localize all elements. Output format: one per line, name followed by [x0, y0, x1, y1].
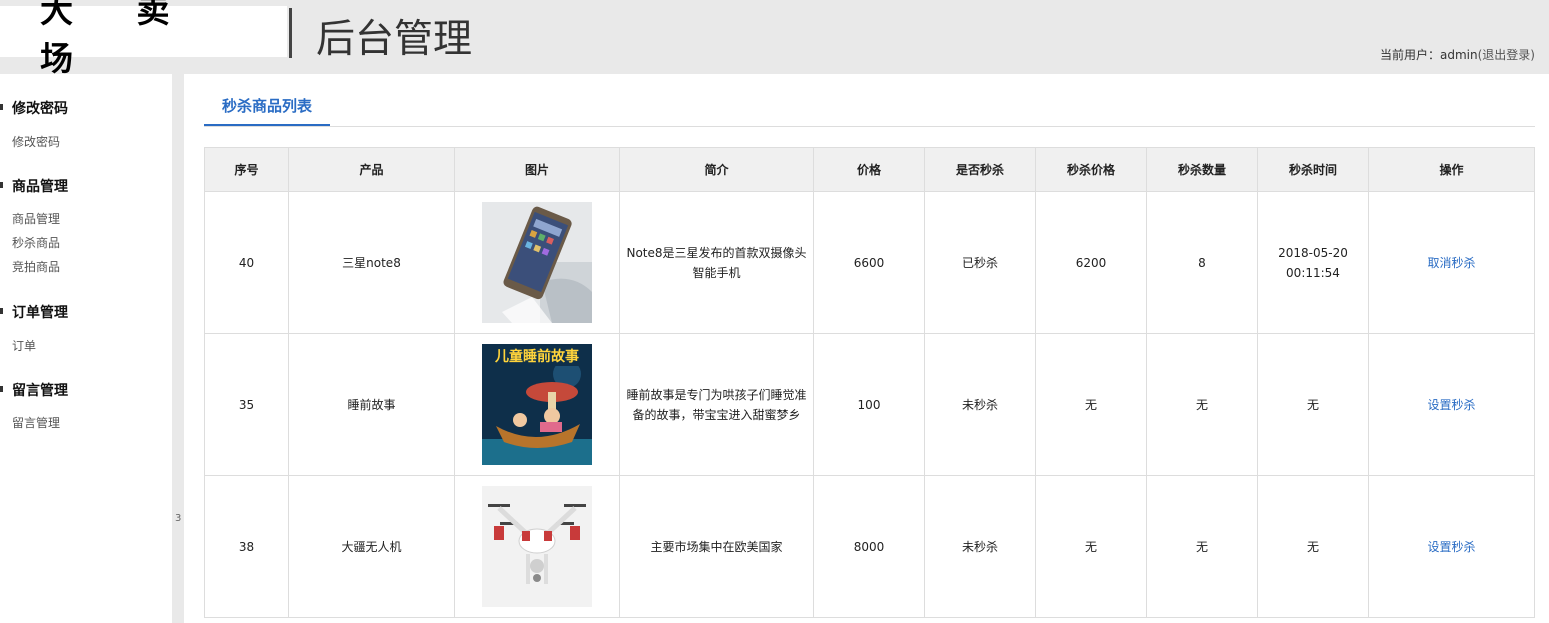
brand-text: 大 卖 场: [40, 0, 196, 78]
cell-image: 儿童睡前故事: [454, 333, 620, 476]
page-title: 后台管理: [316, 17, 473, 62]
sidebar-group-messages[interactable]: 留言管理: [0, 380, 68, 400]
username: admin: [1440, 48, 1478, 62]
story-book-image: 儿童睡前故事: [482, 344, 592, 465]
cell-action: 设置秒杀: [1368, 475, 1535, 618]
cell-seckill-price: 无: [1035, 475, 1147, 618]
sidebar-item-change-password[interactable]: 修改密码: [12, 133, 60, 150]
col-header-seckill-time: 秒杀时间: [1257, 147, 1369, 192]
cell-product: 大疆无人机: [288, 475, 455, 618]
cell-product: 睡前故事: [288, 333, 455, 476]
sidebar-group-password[interactable]: 修改密码: [0, 98, 68, 118]
col-header-product: 产品: [288, 147, 455, 192]
cell-image: [454, 191, 620, 334]
table-header-row: 序号 产品 图片 简介 价格 是否秒杀 秒杀价格 秒杀数量 秒杀时间 操作: [204, 147, 1535, 192]
table-row: 38 大疆无人机 主要市场集中在欧美国家 8000 未秒杀 无 无 无 设置秒杀: [204, 475, 1535, 618]
col-header-seckill-price: 秒杀价格: [1035, 147, 1147, 192]
cell-seckill-time: 2018-05-20 00:11:54: [1257, 191, 1369, 334]
cell-seckill-qty: 8: [1146, 191, 1258, 334]
set-seckill-link[interactable]: 设置秒杀: [1427, 540, 1475, 554]
cell-action: 设置秒杀: [1368, 333, 1535, 476]
col-header-action: 操作: [1368, 147, 1535, 192]
cell-seckill-qty: 无: [1146, 333, 1258, 476]
sidebar-group-orders[interactable]: 订单管理: [0, 302, 68, 322]
sidebar: 修改密码 修改密码 商品管理 商品管理 秒杀商品 竞拍商品 订单管理 订单 留言…: [0, 74, 172, 623]
cell-id: 35: [204, 333, 289, 476]
cell-image: [454, 475, 620, 618]
table-row: 35 睡前故事 儿童睡前故事 睡前故事是专门为哄孩子们睡觉准备的故事，带宝宝进入…: [204, 333, 1535, 476]
cell-price: 100: [813, 333, 925, 476]
table-row: 40 三星note8 Note8是三星发布的首款双摄像头智能手机 6600 已秒…: [204, 191, 1535, 334]
col-header-desc: 简介: [619, 147, 814, 192]
set-seckill-link[interactable]: 设置秒杀: [1427, 398, 1475, 412]
col-header-image: 图片: [454, 147, 620, 192]
sidebar-group-products[interactable]: 商品管理: [0, 176, 68, 196]
sidebar-item-products[interactable]: 商品管理: [12, 210, 60, 227]
col-header-id: 序号: [204, 147, 289, 192]
cell-desc: 主要市场集中在欧美国家: [619, 475, 814, 618]
sidebar-item-orders[interactable]: 订单: [12, 337, 36, 354]
col-header-seckill-qty: 秒杀数量: [1146, 147, 1258, 192]
cell-seckill-price: 6200: [1035, 191, 1147, 334]
logout-link[interactable]: (退出登录): [1478, 48, 1535, 62]
seckill-date: 2018-05-20: [1278, 245, 1348, 260]
brand-logo: 大 卖 场: [0, 0, 287, 78]
cell-seckill-qty: 无: [1146, 475, 1258, 618]
cell-price: 6600: [813, 191, 925, 334]
col-header-price: 价格: [813, 147, 925, 192]
header-divider: [289, 8, 292, 58]
cell-action: 取消秒杀: [1368, 191, 1535, 334]
cell-id: 40: [204, 191, 289, 334]
cell-seckill: 未秒杀: [924, 333, 1036, 476]
sidebar-gutter[interactable]: [172, 74, 184, 623]
user-info: 当前用户：admin(退出登录): [1380, 46, 1535, 63]
drone-image: [482, 486, 592, 607]
cell-seckill: 未秒杀: [924, 475, 1036, 618]
user-prefix: 当前用户：: [1380, 48, 1441, 62]
cell-price: 8000: [813, 475, 925, 618]
cell-desc: 睡前故事是专门为哄孩子们睡觉准备的故事，带宝宝进入甜蜜梦乡: [619, 333, 814, 476]
cell-seckill: 已秒杀: [924, 191, 1036, 334]
header: 大 卖 场 后台管理 当前用户：admin(退出登录): [0, 0, 1549, 78]
sidebar-item-auction[interactable]: 竞拍商品: [12, 258, 60, 275]
sidebar-item-seckill[interactable]: 秒杀商品: [12, 234, 60, 251]
book-cover-title: 儿童睡前故事: [494, 348, 579, 365]
cell-desc: Note8是三星发布的首款双摄像头智能手机: [619, 191, 814, 334]
tab-seckill-list[interactable]: 秒杀商品列表: [204, 92, 330, 126]
main-content: 秒杀商品列表 序号 产品 图片 简介 价格 是否秒杀 秒杀价格 秒杀数量 秒杀时…: [184, 74, 1549, 623]
seckill-table: 序号 产品 图片 简介 价格 是否秒杀 秒杀价格 秒杀数量 秒杀时间 操作 40…: [204, 147, 1535, 618]
cell-id: 38: [204, 475, 289, 618]
seckill-clock: 00:11:54: [1286, 265, 1340, 280]
phone-image: [482, 202, 592, 323]
cell-seckill-price: 无: [1035, 333, 1147, 476]
tab-underline: [204, 126, 1535, 127]
cell-product: 三星note8: [288, 191, 455, 334]
gutter-mark: 3: [175, 513, 182, 524]
cell-seckill-time: 无: [1257, 475, 1369, 618]
cell-seckill-time: 无: [1257, 333, 1369, 476]
cancel-seckill-link[interactable]: 取消秒杀: [1427, 256, 1475, 270]
col-header-seckill: 是否秒杀: [924, 147, 1036, 192]
sidebar-item-messages[interactable]: 留言管理: [12, 414, 60, 431]
